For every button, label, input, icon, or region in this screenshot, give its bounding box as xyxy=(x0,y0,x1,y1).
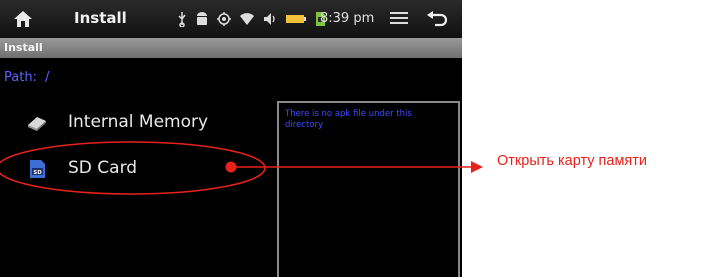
internal-memory-icon xyxy=(28,117,46,131)
home-icon[interactable] xyxy=(12,9,34,29)
usb-icon xyxy=(178,12,186,27)
path-label: Path: xyxy=(4,70,37,85)
volume-icon xyxy=(264,13,275,25)
annotation-label: Открыть карту памяти xyxy=(497,153,648,169)
battery-icon xyxy=(286,15,306,23)
path-breadcrumb: Path: / xyxy=(4,70,49,85)
back-icon[interactable] xyxy=(425,9,449,29)
annotation-arrow xyxy=(225,161,483,173)
gps-icon xyxy=(217,12,231,26)
path-value: / xyxy=(44,70,50,85)
device-screen: Install 8:39 pm Install Path: / Internal… xyxy=(0,0,462,277)
menu-icon[interactable] xyxy=(390,11,408,25)
list-item-label: Internal Memory xyxy=(68,112,209,132)
wifi-icon xyxy=(240,13,254,25)
android-icon xyxy=(197,12,207,25)
status-bar-title: Install xyxy=(74,9,127,27)
window-title: Install xyxy=(4,41,43,54)
status-bar: Install 8:39 pm xyxy=(0,0,462,38)
window-title-bar: Install xyxy=(0,38,462,58)
file-info-panel: There is no apk file under this director… xyxy=(277,101,460,277)
empty-directory-message: There is no apk file under this director… xyxy=(285,109,412,130)
notification-icons xyxy=(176,10,326,28)
status-bar-time: 8:39 pm xyxy=(320,11,375,26)
